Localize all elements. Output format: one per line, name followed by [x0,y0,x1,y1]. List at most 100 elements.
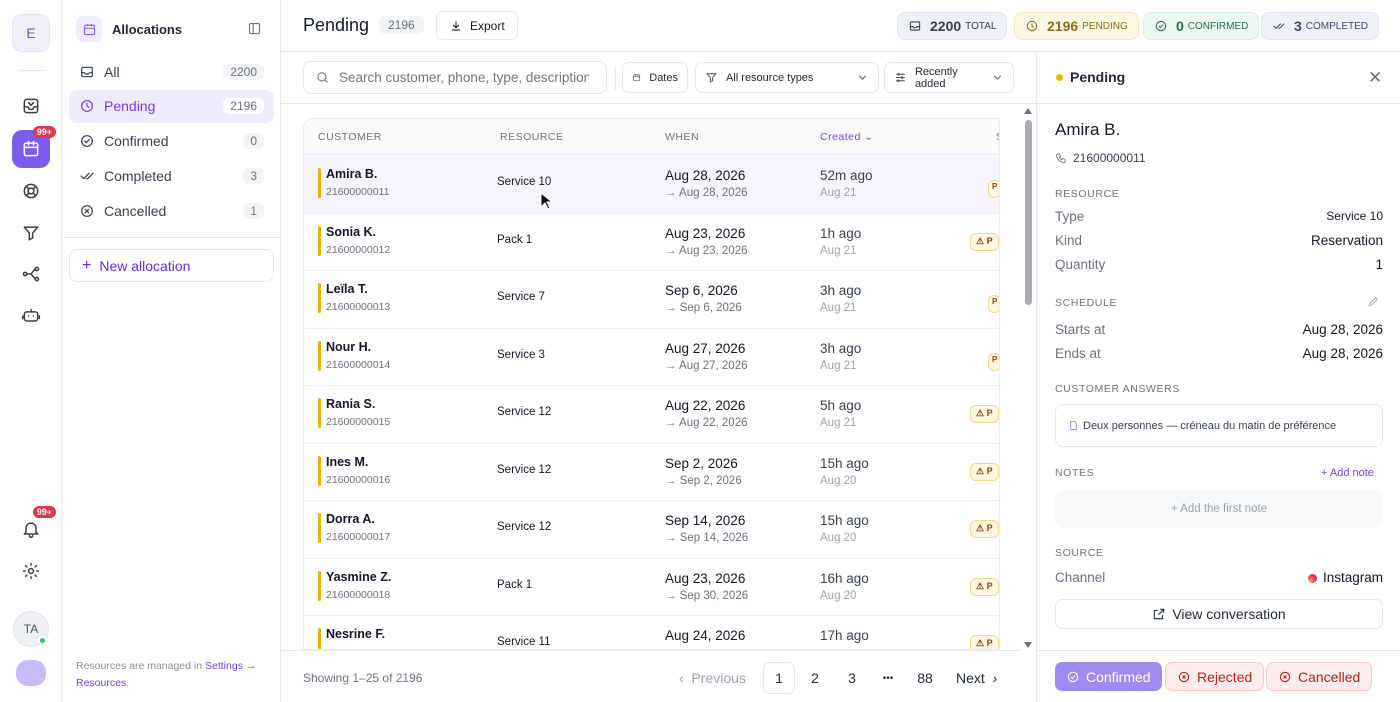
filter-icon[interactable] [12,214,50,252]
created-relative-cell: 3h ago [820,283,862,298]
table-row[interactable]: Dorra A. 21600000017 Service 12 Sep 14, 202… [304,501,999,559]
close-icon[interactable]: ✕ [1368,68,1382,88]
x-circle-icon [1279,671,1291,682]
scroll-up-arrow[interactable] [1024,108,1032,114]
sidebar-item-label: All [104,63,120,80]
status-badge: ⚠ P [970,232,999,251]
scroll-thumb[interactable] [1025,120,1032,305]
detail-status-title: Pending [1070,69,1126,85]
sidebar-item-label: Pending [104,98,156,115]
new-allocation-button[interactable]: + New allocation [69,249,274,282]
notes-section-heading: NOTES [1055,467,1095,479]
column-resource[interactable]: RESOURCE [500,131,564,143]
status-badge: P [988,352,999,371]
chevron-down-icon [858,75,867,80]
export-button[interactable]: Export [436,11,518,40]
pending-indicator-bar [318,168,321,198]
pending-label: PENDING [1082,20,1128,32]
avatar-initials: TA [23,622,39,636]
calendar-icon [633,74,641,81]
previous-page-button[interactable]: ‹ Previous [679,662,746,694]
table-row[interactable]: Leïla T. 21600000013 Service 7 Sep 6, 2026 →… [304,271,999,329]
page-button-88[interactable]: 88 [913,662,937,694]
customer-name-cell: Leïla T. [326,282,368,296]
sidebar-item-completed[interactable]: Completed 3 [69,159,274,192]
next-page-button[interactable]: Next › [956,662,997,694]
notification-badge: 99+ [32,126,56,138]
footer-text: Resources are managed in [76,660,205,672]
resource-cell: Pack 1 [497,578,533,591]
resource-type-label: All resource types [726,71,814,84]
customer-phone: 21600000011 [1055,151,1146,165]
pencil-icon[interactable] [1367,295,1380,308]
table-row[interactable]: Amira B. 21600000011 Service 10 Aug 28, 202… [304,156,999,214]
inbox-icon [909,21,921,31]
bell-icon[interactable]: 99+ [12,506,56,548]
column-when[interactable]: WHEN [665,131,699,143]
calendar-icon[interactable]: 99+ [12,126,56,168]
phone-icon [1056,153,1066,163]
confirmed-label: CONFIRMED [1187,20,1249,32]
view-conversation-button[interactable]: View conversation [1055,599,1383,629]
resource-type-select[interactable]: All resource types [695,62,879,93]
scroll-down-arrow[interactable] [1024,642,1032,648]
table-row[interactable]: Sonia K. 21600000012 Pack 1 Aug 23, 2026 → A… [304,214,999,271]
table-row[interactable]: Nesrine F. Service 11 Aug 24, 2026 17h ago ⚠… [304,616,999,649]
inbox-icon[interactable] [12,87,50,125]
sidebar-item-pending[interactable]: Pending 2196 [69,89,274,123]
source-section-heading: SOURCE [1055,547,1104,559]
check-double-icon [80,172,94,180]
reject-button[interactable]: Rejected [1165,662,1265,691]
clock-icon [1026,20,1038,32]
add-note-button[interactable]: + Add note [1321,467,1374,479]
sidebar-item-confirmed[interactable]: Confirmed 0 [69,125,274,158]
rail-divider [18,70,44,71]
type-label: Type [1055,209,1085,224]
robot-icon[interactable] [12,297,50,335]
collapse-sidebar-icon[interactable] [247,21,262,39]
customer-name-cell: Nesrine F. [326,627,386,641]
dates-filter-button[interactable]: Dates [622,62,688,93]
workspace-switcher[interactable]: E [12,14,50,52]
page-button-2[interactable]: 2 [805,662,825,694]
gear-icon[interactable] [12,552,50,590]
page-button-1[interactable]: 1 [763,662,795,694]
user-avatar[interactable]: TA [13,611,49,647]
when-end-cell: → Aug 23, 2026 [665,244,748,257]
created-relative-cell: 5h ago [820,398,862,413]
when-end-cell: → Sep 14, 2026 [665,532,749,544]
add-first-note-button[interactable]: + Add the first note [1055,490,1383,528]
search-box[interactable] [303,61,607,94]
sidebar-item-all[interactable]: All 2200 [69,55,274,88]
dates-label: Dates [649,71,678,84]
table-row[interactable]: Nour H. 21600000014 Service 3 Aug 27, 2026 →… [304,329,999,386]
lifebuoy-icon[interactable] [12,172,50,210]
customer-phone-cell: 21600000018 [326,588,391,601]
table-row[interactable]: Yasmine Z. 21600000018 Pack 1 Aug 23, 2026 →… [304,559,999,616]
column-customer[interactable]: CUSTOMER [318,131,382,143]
sidebar-title: Allocations [112,21,183,37]
flow-icon[interactable] [12,255,50,293]
customer-phone-value: 21600000011 [1073,151,1146,165]
customer-answer-box: Deux personnes — créneau du matin de pré… [1055,404,1383,447]
sort-select[interactable]: Recently added [884,62,1014,93]
table-row[interactable]: Rania S. 21600000015 Service 12 Aug 22, 202… [304,386,999,444]
when-start-cell: Aug 28, 2026 [665,168,746,183]
resource-section-heading: RESOURCE [1055,188,1120,200]
quantity-value: 1 [1375,257,1383,272]
column-status[interactable]: S [996,131,999,143]
next-label: Next [956,670,985,686]
page-button-3[interactable]: 3 [842,662,862,694]
column-created[interactable]: Created ⌄ [820,131,874,143]
confirmed-value: 0 [1176,18,1184,34]
sidebar-item-cancelled[interactable]: Cancelled 1 [69,194,274,227]
table-row[interactable]: Ines M. 21600000016 Service 12 Sep 2, 2026 →… [304,444,999,501]
search-input[interactable] [339,70,589,85]
confirm-button[interactable]: Confirmed [1055,662,1162,691]
cancel-button[interactable]: Cancelled [1266,662,1373,691]
created-date-cell: Aug 21 [820,302,857,314]
customer-answer-text: Deux personnes — créneau du matin de pré… [1083,419,1337,432]
table-scrollbar[interactable] [1024,108,1033,648]
customer-phone-cell: 21600000017 [326,531,391,543]
when-start-cell: Aug 23, 2026 [665,570,746,586]
